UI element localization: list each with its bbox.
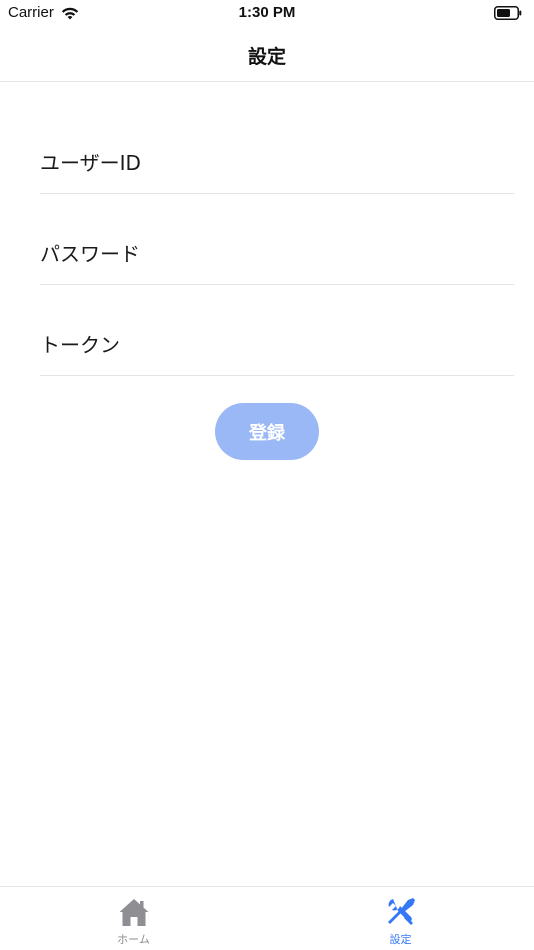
token-input[interactable] [40,323,514,367]
tab-bar: ホーム 設定 [0,886,534,950]
user-id-row [40,130,514,194]
password-row [40,194,514,285]
navigation-bar: 設定 [0,28,534,82]
tools-icon [387,898,415,925]
tab-settings[interactable]: 設定 [267,887,534,950]
password-input[interactable] [40,232,514,276]
tab-settings-label: 設定 [389,933,412,946]
user-id-input[interactable] [40,141,514,185]
tab-home-label: ホーム [117,933,150,946]
status-bar: Carrier 1:30 PM [0,0,534,28]
settings-form [40,130,514,376]
status-time: 1:30 PM [238,4,296,21]
home-icon [119,899,148,926]
settings-screen: Carrier 1:30 PM 設定 登録 [0,0,534,950]
battery-icon [494,6,522,20]
token-row [40,285,514,376]
tab-home[interactable]: ホーム [0,887,267,950]
register-button[interactable]: 登録 [215,403,319,460]
page-title: 設定 [247,46,286,68]
